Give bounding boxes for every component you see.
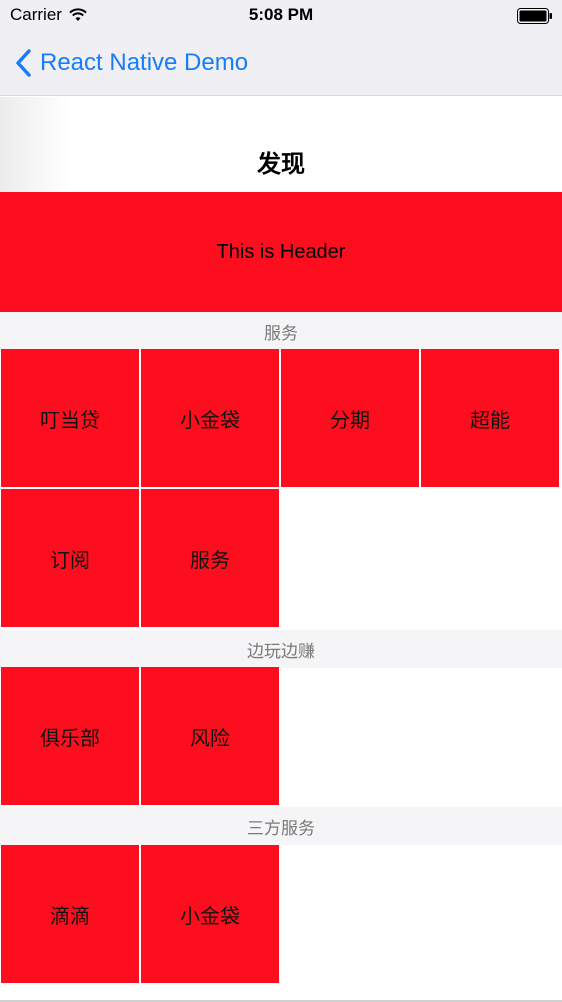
grid-cell[interactable]: 风险 xyxy=(141,667,279,805)
back-button[interactable]: React Native Demo xyxy=(14,46,248,80)
section-header-third-party: 三方服务 xyxy=(0,807,562,845)
grid-cell-label: 俱乐部 xyxy=(40,725,100,750)
grid-cell-label: 小金袋 xyxy=(180,903,240,928)
grid-cell[interactable]: 超能 xyxy=(421,349,559,487)
navigation-bar: React Native Demo xyxy=(0,32,562,96)
grid-cell-label: 滴滴 xyxy=(50,903,90,928)
list-header-text: This is Header xyxy=(216,240,346,263)
discover-screen[interactable]: 发现 This is Header 服务 叮当贷 小金袋 分期 超能 订阅 服务… xyxy=(0,97,562,1002)
grid-cell-label: 小金袋 xyxy=(180,407,240,432)
grid-cell[interactable]: 分期 xyxy=(281,349,419,487)
section-title: 边玩边赚 xyxy=(247,641,315,662)
list-header-banner: This is Header xyxy=(0,192,562,312)
status-time: 5:08 PM xyxy=(248,5,314,24)
grid-cell[interactable]: 订阅 xyxy=(1,489,139,627)
page-title: 发现 xyxy=(257,150,305,178)
grid-cell[interactable]: 滴滴 xyxy=(1,845,139,983)
chevron-left-icon xyxy=(16,49,31,77)
grid-cell-label: 风险 xyxy=(190,725,230,750)
section-title: 三方服务 xyxy=(247,818,315,839)
battery-full-icon xyxy=(517,8,552,24)
status-bar: Carrier 5:08 PM xyxy=(0,0,562,32)
grid-cell[interactable]: 小金袋 xyxy=(141,845,279,983)
grid-cell[interactable]: 服务 xyxy=(141,489,279,627)
grid-cell-label: 服务 xyxy=(190,547,230,572)
section-title: 服务 xyxy=(264,323,298,344)
grid-cell-label: 订阅 xyxy=(50,547,90,572)
section-header-services: 服务 xyxy=(0,312,562,350)
grid-cell-label: 超能 xyxy=(470,407,510,432)
grid-cell-label: 叮当贷 xyxy=(40,407,100,432)
section-header-play-earn: 边玩边赚 xyxy=(0,630,562,668)
grid-cell[interactable]: 小金袋 xyxy=(141,349,279,487)
grid-cell-label: 分期 xyxy=(330,407,370,432)
back-button-label: React Native Demo xyxy=(40,49,249,76)
grid-cell[interactable]: 叮当贷 xyxy=(1,349,139,487)
grid-cell[interactable]: 俱乐部 xyxy=(1,667,139,805)
